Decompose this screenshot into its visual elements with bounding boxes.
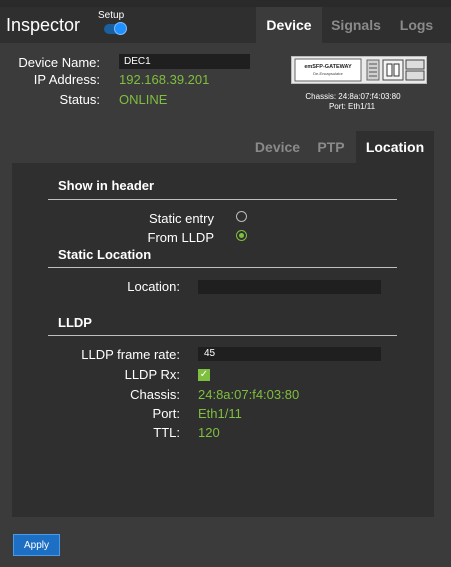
from-lldp-label: From LLDP (147, 230, 214, 245)
subtab-ptp[interactable]: PTP (306, 131, 356, 163)
setup-toggle[interactable] (104, 22, 127, 35)
status-value: ONLINE (119, 92, 168, 107)
lldp-title: LLDP (58, 315, 92, 330)
tab-signals[interactable]: Signals (322, 7, 390, 43)
port-label: Port: (152, 406, 180, 421)
device-port-caption: Port: Eth1/11 (328, 102, 376, 111)
lldp-rx-checkbox[interactable]: ✓ (198, 369, 210, 381)
ttl-value: 120 (198, 425, 220, 440)
divider (48, 199, 397, 200)
app-title: Inspector (6, 15, 81, 35)
status-label: Status: (59, 92, 100, 107)
divider (48, 267, 397, 268)
device-name-label: Device Name: (18, 55, 100, 70)
lldp-frame-rate-label: LLDP frame rate: (81, 347, 180, 362)
chassis-label: Chassis: (130, 387, 180, 402)
location-label: Location: (127, 279, 180, 294)
static-location-title: Static Location (58, 247, 152, 262)
show-in-header-title: Show in header (58, 178, 155, 193)
inspector-header: Inspector Setup Device Signals Logs (0, 7, 451, 43)
location-panel: Show in header Static entry From LLDP St… (12, 163, 434, 517)
top-strip (0, 0, 451, 7)
chassis-value: 24:8a:07:f4:03:80 (198, 387, 300, 402)
static-entry-radio[interactable] (236, 211, 247, 222)
port-value: Eth1/11 (198, 406, 242, 421)
device-chassis-caption: Chassis: 24:8a:07:f4:03:80 (305, 92, 401, 101)
lldp-frame-rate-input[interactable]: 45 (198, 347, 381, 361)
ip-address-label: IP Address: (33, 72, 100, 87)
static-entry-label: Static entry (148, 211, 214, 226)
apply-button[interactable]: Apply (13, 534, 60, 556)
device-image-title: emSFP-GATEWAY (304, 64, 352, 70)
toggle-knob[interactable] (114, 22, 127, 35)
device-image-subtitle: De-Encapsulator (313, 71, 343, 76)
tab-logs[interactable]: Logs (390, 7, 443, 43)
tab-device[interactable]: Device (256, 7, 322, 43)
ip-address-value: 192.168.39.201 (119, 72, 210, 87)
divider (48, 335, 397, 336)
device-name-field[interactable]: DEC1 (119, 54, 250, 69)
setup-label: Setup (98, 10, 125, 21)
device-sfp-image: emSFP-GATEWAY De-Encapsulator (291, 56, 427, 84)
subtab-device[interactable]: Device (249, 131, 306, 163)
location-input[interactable] (198, 280, 381, 294)
ttl-label: TTL: (153, 425, 180, 440)
lldp-rx-label: LLDP Rx: (124, 367, 180, 382)
from-lldp-radio[interactable] (236, 230, 247, 241)
subtab-location[interactable]: Location (356, 131, 434, 163)
